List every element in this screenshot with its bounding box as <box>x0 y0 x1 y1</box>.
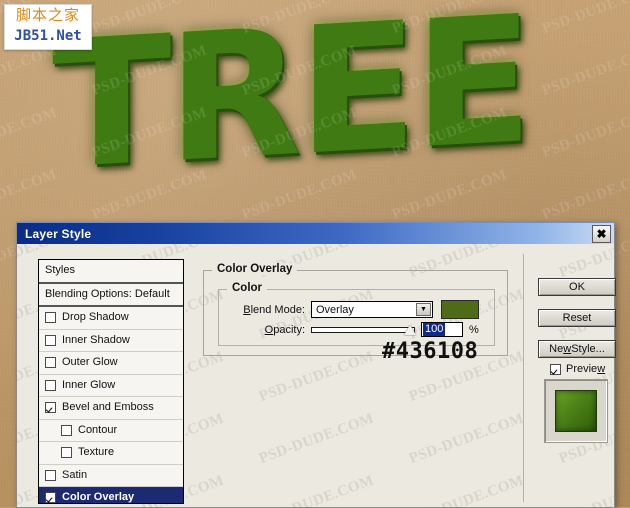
watermark-text: PSD-DUDE.COM <box>407 410 527 468</box>
tree-artwork-text: TREE <box>52 0 612 209</box>
effect-row-satin[interactable]: Satin <box>39 464 183 487</box>
new-style-button[interactable]: Ne w Style... <box>538 340 616 358</box>
color-subgroup: Color Blend Mode: Overlay ▼ Opacity: 100… <box>218 282 495 346</box>
watermark-text: PSD-DUDE.COM <box>257 348 377 406</box>
color-overlay-legend: Color Overlay <box>212 263 298 275</box>
jb51-chinese-text: 脚本之家 <box>15 6 80 24</box>
blend-mode-select[interactable]: Overlay ▼ <box>311 301 433 318</box>
jb51-watermark-badge: 脚本之家 JB51.Net <box>4 4 92 50</box>
dialog-titlebar[interactable]: Layer Style ✖ <box>17 222 614 244</box>
close-icon[interactable]: ✖ <box>592 225 611 243</box>
blend-mode-label: Blend Mode: <box>243 303 305 316</box>
effect-checkbox[interactable] <box>45 402 56 414</box>
effect-label: Bevel and Emboss <box>62 401 154 414</box>
effects-list-panel[interactable]: Styles Blending Options: Default Drop Shad… <box>38 259 184 504</box>
preview-thumbnail-box <box>544 379 608 443</box>
effect-checkbox[interactable] <box>61 447 72 459</box>
effect-row-drop-shadow[interactable]: Drop Shadow <box>39 307 183 330</box>
preview-checkbox-row[interactable]: Preview <box>550 363 605 375</box>
opacity-slider[interactable] <box>311 324 416 336</box>
opacity-input[interactable]: 100 <box>421 322 463 337</box>
effect-label: Styles <box>45 264 75 277</box>
watermark-text: PSD-DUDE.COM <box>407 472 527 508</box>
effect-label: Inner Shadow <box>62 333 130 346</box>
effect-row-texture[interactable]: Texture <box>39 442 183 465</box>
effect-row-contour[interactable]: Contour <box>39 419 183 442</box>
layer-style-dialog: Layer Style ✖ PSD-DUDE.COM PSD-DUDE.COM PS… <box>16 222 616 508</box>
effect-row-color-overlay[interactable]: Color Overlay <box>39 487 183 504</box>
effect-checkbox[interactable] <box>45 469 56 481</box>
color-legend: Color <box>227 282 268 294</box>
ok-button[interactable]: OK <box>538 278 616 296</box>
effect-checkbox[interactable] <box>45 492 56 503</box>
effect-label: Inner Glow <box>62 378 116 391</box>
effect-row-outer-glow[interactable]: Outer Glow <box>39 352 183 375</box>
effect-label: Satin <box>62 468 88 481</box>
effect-label: Contour <box>78 423 118 436</box>
chevron-down-icon[interactable]: ▼ <box>416 303 431 316</box>
effect-row-inner-glow[interactable]: Inner Glow <box>39 374 183 397</box>
opacity-slider-track <box>311 326 415 333</box>
opacity-slider-thumb[interactable] <box>404 324 416 335</box>
effect-row-styles[interactable]: Styles <box>39 260 183 284</box>
effect-row-blending-options-default[interactable]: Blending Options: Default <box>39 283 183 307</box>
dialog-title: Layer Style <box>25 226 92 241</box>
preview-checkbox[interactable] <box>550 363 561 375</box>
watermark-text: PSD-DUDE.COM <box>557 244 614 282</box>
effect-checkbox[interactable] <box>45 379 56 391</box>
effect-checkbox[interactable] <box>45 312 56 324</box>
dialog-body: PSD-DUDE.COM PSD-DUDE.COM PSD-DUDE.COM PSD-… <box>17 244 616 508</box>
effect-label: Blending Options: Default <box>45 287 170 300</box>
effect-row-inner-shadow[interactable]: Inner Shadow <box>39 329 183 352</box>
reset-button[interactable]: Reset <box>538 309 616 327</box>
watermark-text: PSD-DUDE.COM <box>257 410 377 468</box>
effect-checkbox[interactable] <box>45 334 56 346</box>
panel-divider <box>523 254 524 502</box>
hex-color-callout: #436108 <box>382 339 479 364</box>
effect-label: Outer Glow <box>62 356 118 369</box>
watermark-text: PSD-DUDE.COM <box>257 472 377 508</box>
blend-mode-row: Blend Mode: Overlay ▼ <box>227 300 479 319</box>
jb51-domain-text: JB51.Net <box>14 28 82 44</box>
effect-label: Texture <box>78 446 115 459</box>
preview-thumbnail <box>555 390 597 432</box>
preview-label: Preview <box>566 363 606 375</box>
effect-label: Color Overlay <box>62 491 135 504</box>
watermark-text: PSD-DUDE.COM <box>557 472 614 508</box>
color-swatch[interactable] <box>441 300 479 319</box>
effect-checkbox[interactable] <box>45 357 56 369</box>
effect-row-bevel-and-emboss[interactable]: Bevel and Emboss <box>39 397 183 420</box>
opacity-value: 100 <box>423 323 446 336</box>
opacity-row: Opacity: 100 % <box>227 322 479 337</box>
opacity-unit: % <box>469 323 479 336</box>
effect-label: Drop Shadow <box>62 311 129 324</box>
opacity-label: Opacity: <box>264 323 305 336</box>
effect-checkbox[interactable] <box>61 424 72 436</box>
blend-mode-value: Overlay <box>316 303 354 316</box>
